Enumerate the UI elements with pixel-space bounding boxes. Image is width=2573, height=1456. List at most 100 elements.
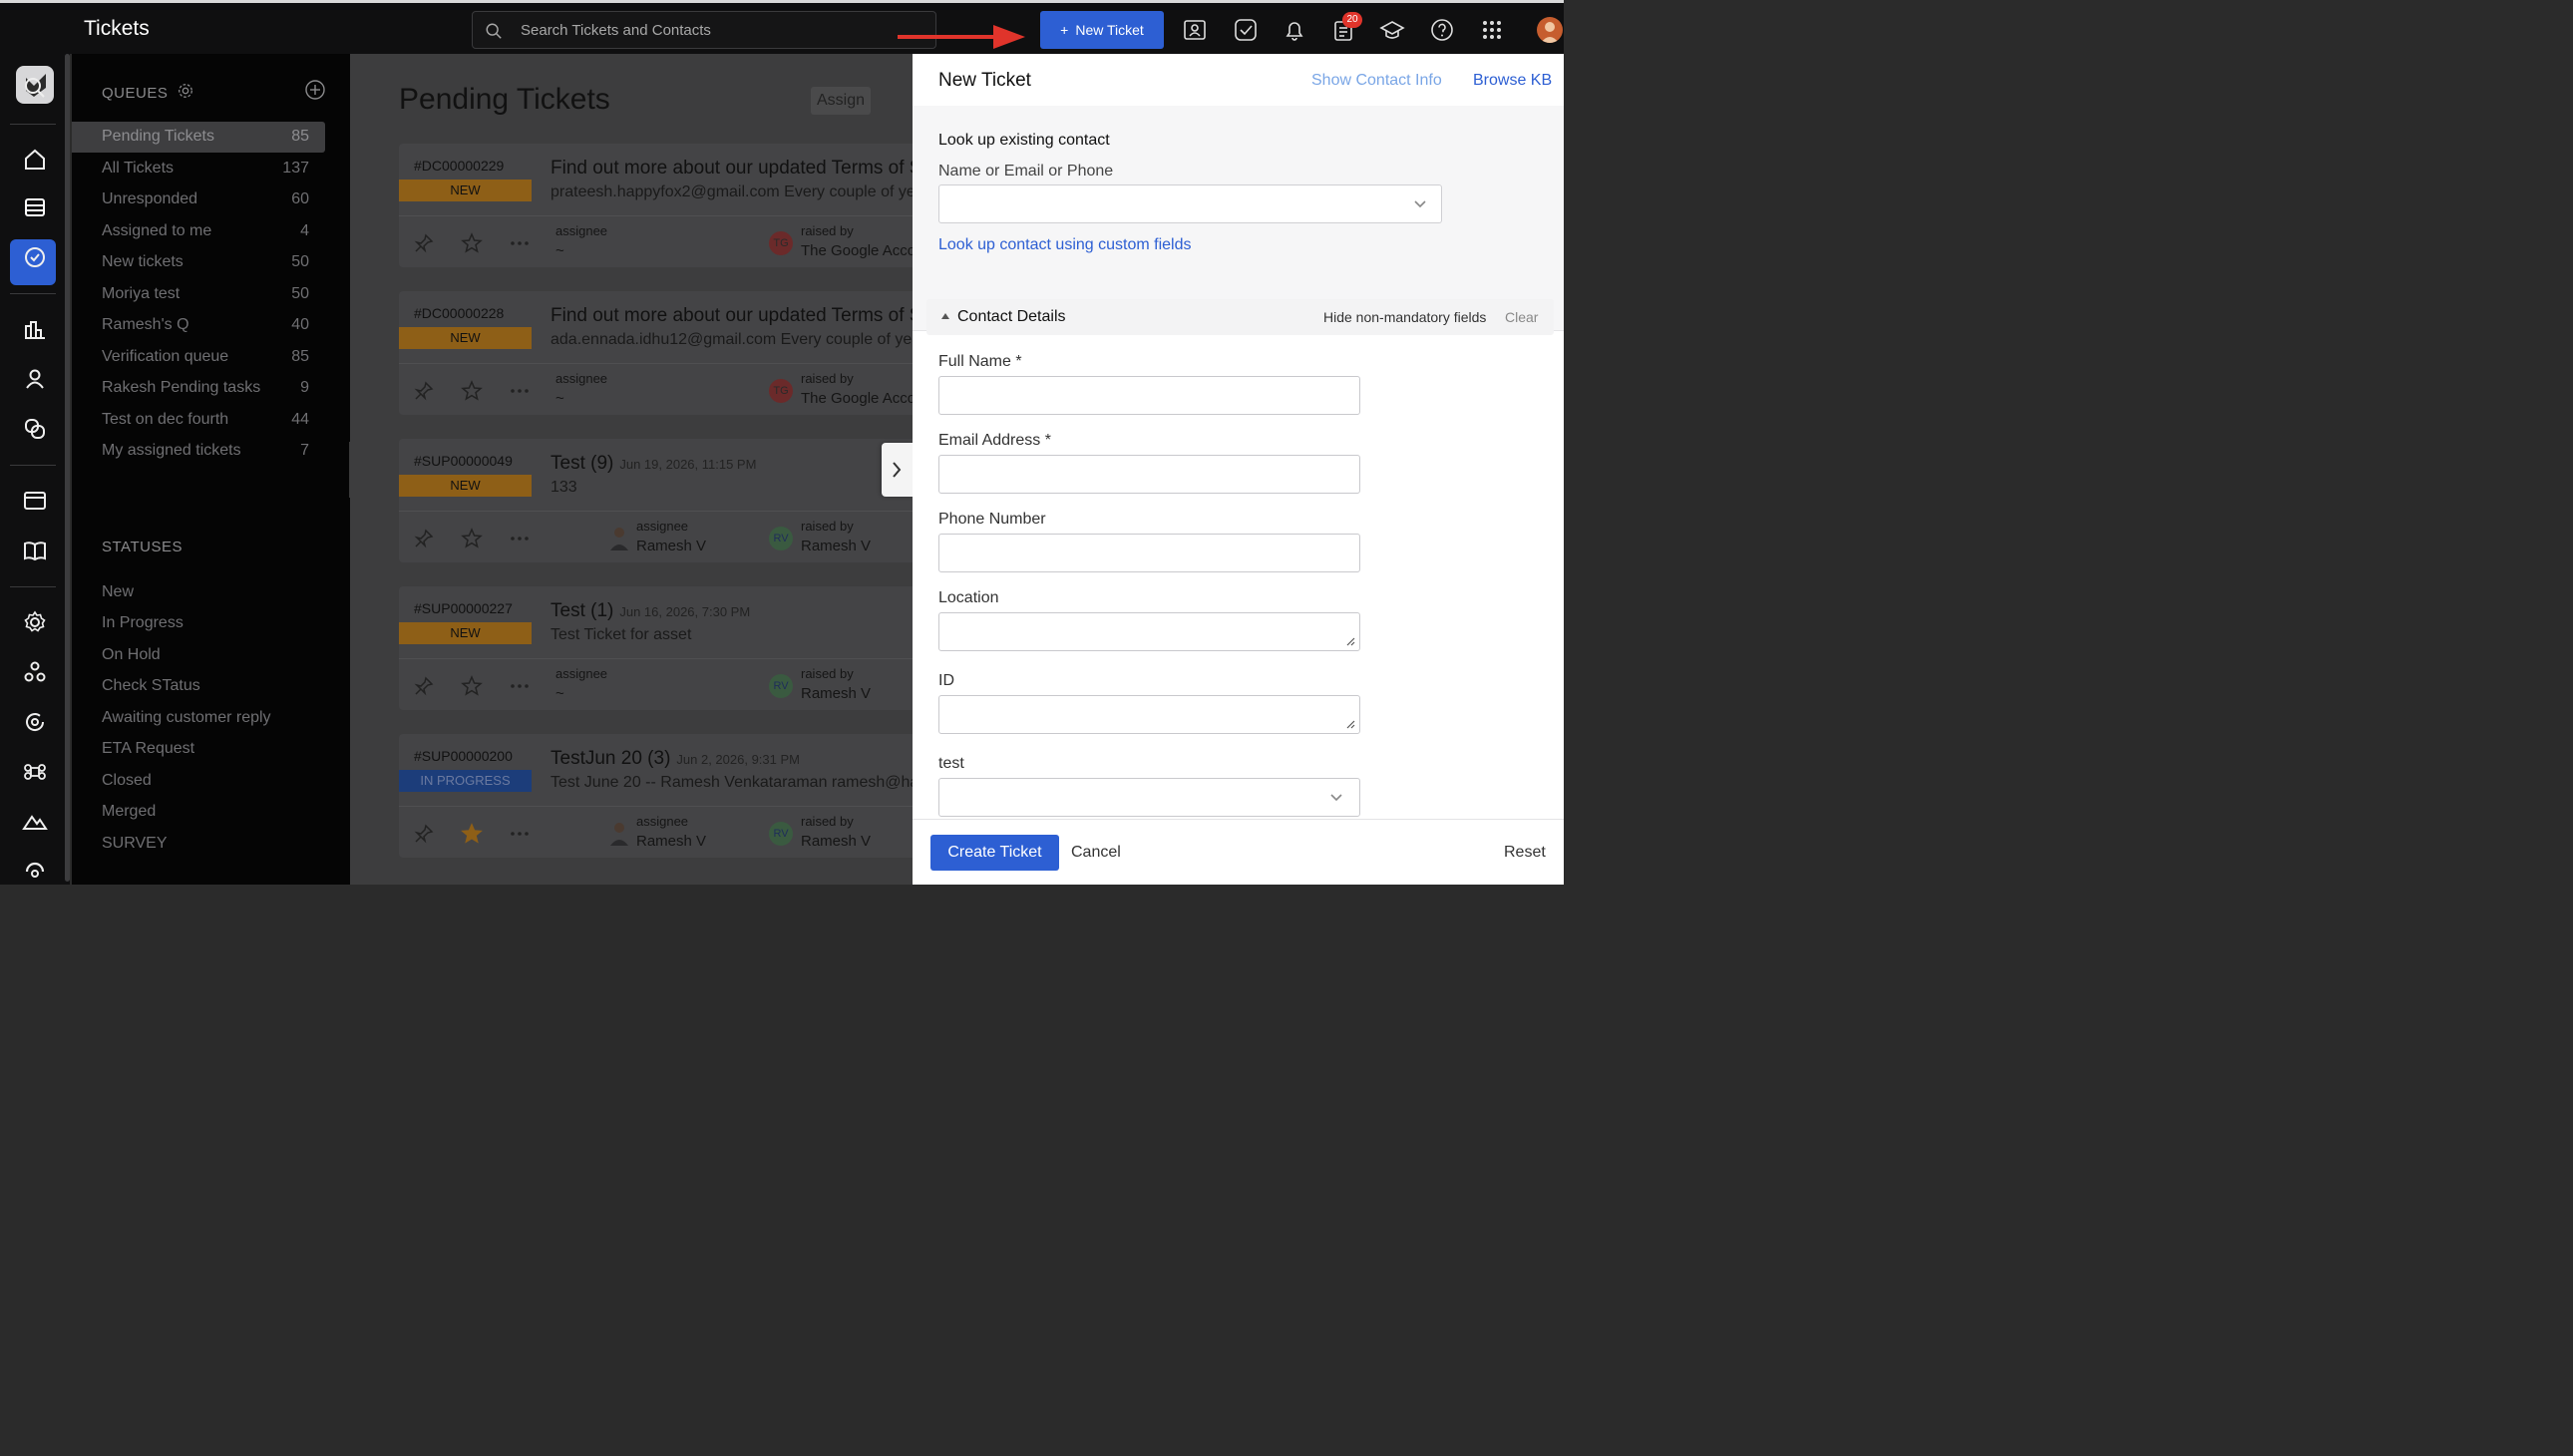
pin-icon[interactable] <box>413 380 435 402</box>
queue-item[interactable]: Assigned to me 4 <box>72 216 325 247</box>
more-icon[interactable] <box>509 380 531 402</box>
raised-by-label: raised by <box>801 519 854 534</box>
ticket-subject[interactable]: Find out more about our updated Terms of… <box>551 305 913 327</box>
queue-item[interactable]: All Tickets 137 <box>72 154 325 184</box>
star-icon[interactable] <box>461 380 483 402</box>
assignee-label: assignee <box>555 223 608 238</box>
apps-grid-icon[interactable] <box>1479 17 1505 43</box>
cancel-button[interactable]: Cancel <box>1071 844 1121 862</box>
resize-grip-icon[interactable] <box>1345 636 1355 646</box>
browse-kb-link[interactable]: Browse KB <box>1473 72 1552 90</box>
email-field[interactable] <box>938 455 1360 494</box>
queue-item[interactable]: Verification queue 85 <box>72 342 325 373</box>
hide-non-mandatory-link[interactable]: Hide non-mandatory fields <box>1323 309 1486 325</box>
test-select[interactable] <box>938 778 1360 817</box>
contact-details-header[interactable]: Contact Details Hide non-mandatory field… <box>926 299 1554 335</box>
help-icon[interactable] <box>1429 17 1455 43</box>
create-ticket-button[interactable]: Create Ticket <box>930 835 1059 871</box>
command-icon[interactable] <box>21 758 49 786</box>
id-field[interactable] <box>938 695 1360 734</box>
bell-icon[interactable] <box>1282 17 1307 43</box>
contact-card-icon[interactable] <box>1182 17 1208 43</box>
custom-fields-lookup-link[interactable]: Look up contact using custom fields <box>938 236 1191 254</box>
contacts-icon[interactable] <box>21 365 49 393</box>
pin-icon[interactable] <box>413 528 435 549</box>
queue-item[interactable]: Test on dec fourth 44 <box>72 405 325 436</box>
automation-icon[interactable] <box>21 708 49 736</box>
gear-icon[interactable] <box>177 82 194 100</box>
status-item[interactable]: New <box>102 583 134 601</box>
queue-item[interactable]: My assigned tickets 7 <box>72 436 325 467</box>
knowledge-base-icon[interactable] <box>21 537 49 564</box>
queue-item[interactable]: Unresponded 60 <box>72 184 325 215</box>
full-name-field[interactable] <box>938 376 1360 415</box>
tasks-icon[interactable] <box>21 243 49 271</box>
ticket-card[interactable]: #SUP00000049 NEW Test (9) Jun 19, 2026, 1… <box>399 439 913 562</box>
queue-item[interactable]: Ramesh's Q 40 <box>72 310 325 341</box>
resize-grip-icon[interactable] <box>1345 719 1355 729</box>
status-item[interactable]: Check STatus <box>102 677 200 695</box>
raised-by-avatar: RV <box>769 527 793 550</box>
task-check-icon[interactable] <box>1233 17 1259 43</box>
search-input[interactable]: Search Tickets and Contacts <box>472 11 936 49</box>
rail-scrollbar[interactable] <box>65 54 70 882</box>
assignee-label: assignee <box>555 666 608 681</box>
ticket-subject[interactable]: Test (1) Jun 16, 2026, 7:30 PM <box>551 600 750 622</box>
mountain-icon[interactable] <box>21 808 49 836</box>
queue-item[interactable]: Moriya test 50 <box>72 279 325 310</box>
star-icon[interactable] <box>461 675 483 697</box>
ticket-card[interactable]: #DC00000228 NEW Find out more about our … <box>399 291 913 415</box>
status-item[interactable]: Merged <box>102 803 156 821</box>
more-icon[interactable] <box>509 823 531 845</box>
ticket-subject[interactable]: TestJun 20 (3) Jun 2, 2026, 9:31 PM <box>551 748 800 770</box>
status-badge: NEW <box>399 180 532 201</box>
status-item[interactable]: In Progress <box>102 614 184 632</box>
star-filled-icon[interactable] <box>461 823 483 845</box>
status-item[interactable]: ETA Request <box>102 740 194 758</box>
settings-icon[interactable] <box>21 608 49 636</box>
more-icon[interactable] <box>509 232 531 254</box>
contact-groups-icon[interactable] <box>21 415 49 443</box>
home-icon[interactable] <box>21 146 49 174</box>
ticket-subject[interactable]: Find out more about our updated Terms of… <box>551 158 913 180</box>
pin-icon[interactable] <box>413 232 435 254</box>
sync-icon[interactable] <box>21 858 49 886</box>
pin-icon[interactable] <box>413 675 435 697</box>
ticket-card[interactable]: #DC00000229 NEW Find out more about our … <box>399 144 913 267</box>
reports-icon[interactable] <box>21 315 49 343</box>
add-queue-icon[interactable] <box>304 79 326 101</box>
search-icon[interactable] <box>21 74 49 102</box>
status-item[interactable]: On Hold <box>102 646 161 664</box>
queue-item[interactable]: Pending Tickets 85 <box>72 122 325 153</box>
pin-icon[interactable] <box>413 823 435 845</box>
location-field[interactable] <box>938 612 1360 651</box>
ticket-subject[interactable]: Test (9) Jun 19, 2026, 11:15 PM <box>551 453 756 475</box>
assign-button[interactable]: Assign <box>811 87 871 115</box>
assets-icon[interactable] <box>21 487 49 515</box>
star-icon[interactable] <box>461 528 483 549</box>
phone-field[interactable] <box>938 534 1360 572</box>
panel-expand-button[interactable] <box>882 443 914 497</box>
more-icon[interactable] <box>509 675 531 697</box>
queue-label: Verification queue <box>102 348 229 365</box>
new-ticket-button[interactable]: + New Ticket <box>1040 11 1164 49</box>
tickets-icon[interactable] <box>21 193 49 221</box>
status-item[interactable]: SURVEY <box>102 835 168 853</box>
chevron-down-icon <box>1330 794 1342 802</box>
show-contact-info-link[interactable]: Show Contact Info <box>1311 72 1442 90</box>
graduation-cap-icon[interactable] <box>1379 17 1405 43</box>
queue-item[interactable]: New tickets 50 <box>72 247 325 278</box>
integrations-icon[interactable] <box>21 658 49 686</box>
status-item[interactable]: Awaiting customer reply <box>102 709 271 727</box>
star-icon[interactable] <box>461 232 483 254</box>
status-item[interactable]: Closed <box>102 772 152 790</box>
queue-item[interactable]: Rakesh Pending tasks 9 <box>72 373 325 404</box>
user-avatar[interactable] <box>1537 17 1563 43</box>
clear-link[interactable]: Clear <box>1505 309 1538 325</box>
ticket-card[interactable]: #SUP00000200 IN PROGRESS TestJun 20 (3) J… <box>399 734 913 858</box>
contact-lookup-select[interactable] <box>938 184 1442 223</box>
queue-count: 50 <box>291 253 309 270</box>
reset-button[interactable]: Reset <box>1504 844 1546 862</box>
more-icon[interactable] <box>509 528 531 549</box>
ticket-card[interactable]: #SUP00000227 NEW Test (1) Jun 16, 2026, 7… <box>399 586 913 710</box>
